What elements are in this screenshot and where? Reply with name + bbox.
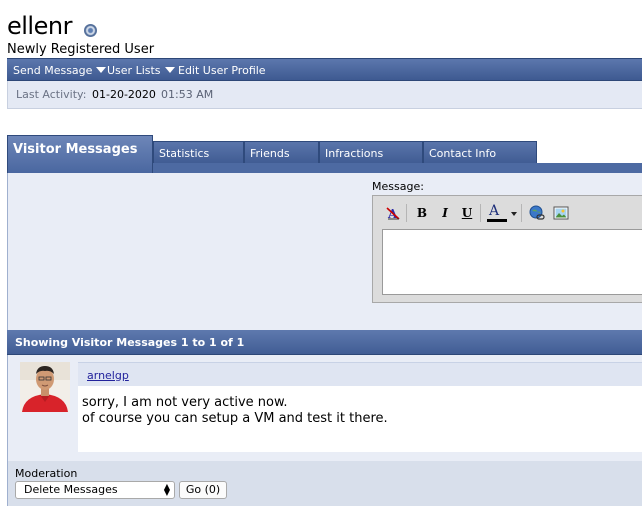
tab-label: Friends	[250, 147, 290, 160]
message-textarea[interactable]	[382, 229, 642, 295]
user-lists-menu[interactable]: User Lists	[107, 59, 175, 82]
profile-nav-bar: Send Message User Lists Edit User Profil…	[7, 58, 642, 81]
italic-icon[interactable]: I	[437, 205, 453, 221]
toolbar-separator	[406, 204, 407, 222]
visitor-messages-count: Showing Visitor Messages 1 to 1 of 1	[15, 336, 245, 349]
toolbar-separator	[480, 204, 481, 222]
select-arrows-icon: ▲ ▼	[163, 482, 170, 497]
font-color-icon[interactable]: A	[486, 203, 510, 222]
insert-image-icon[interactable]	[553, 205, 569, 221]
last-activity-row: Last Activity: 01-20-2020 01:53 AM	[7, 81, 642, 109]
underline-icon[interactable]: U	[459, 205, 475, 221]
tab-label: Visitor Messages	[13, 142, 138, 157]
tab-infractions[interactable]: Infractions	[319, 141, 423, 164]
profile-username: ellenr	[7, 12, 72, 40]
send-message-label: Send Message	[13, 64, 93, 77]
font-color-dropdown-icon[interactable]	[511, 212, 517, 216]
insert-link-icon[interactable]	[529, 205, 545, 221]
moderation-label: Moderation	[15, 467, 78, 480]
last-activity-label: Last Activity:	[16, 88, 87, 101]
dropdown-arrow-icon	[164, 67, 175, 73]
tab-contact-info[interactable]: Contact Info	[423, 141, 537, 164]
edit-profile-link[interactable]: Edit User Profile	[178, 59, 266, 82]
tab-strip	[153, 163, 642, 173]
moderation-action-select[interactable]: Delete Messages ▲ ▼	[15, 481, 175, 499]
profile-user-title: Newly Registered User	[7, 42, 155, 57]
tab-label: Statistics	[159, 147, 210, 160]
font-color-letter: A	[489, 203, 500, 219]
tab-label: Contact Info	[429, 147, 497, 160]
tab-visitor-messages[interactable]: Visitor Messages	[7, 135, 153, 173]
message-line: sorry, I am not very active now.	[82, 395, 288, 410]
moderation-selected-action: Delete Messages	[24, 483, 118, 496]
remove-format-icon[interactable]: A	[385, 205, 401, 221]
avatar[interactable]	[20, 362, 70, 412]
message-line: of course you can setup a VM and test it…	[82, 411, 388, 426]
last-activity-date: 01-20-2020	[92, 88, 156, 101]
bold-icon[interactable]: B	[414, 205, 430, 221]
tab-friends[interactable]: Friends	[244, 141, 319, 164]
moderation-go-button[interactable]: Go (0)	[179, 481, 227, 499]
send-message-menu[interactable]: Send Message	[13, 59, 107, 82]
last-activity-time: 01:53 AM	[161, 88, 214, 101]
tab-label: Infractions	[325, 147, 384, 160]
toolbar-separator	[521, 204, 522, 222]
user-lists-label: User Lists	[107, 64, 161, 77]
dropdown-arrow-icon	[96, 67, 107, 73]
message-author-bar	[78, 362, 642, 386]
message-text: sorry, I am not very active now. of cour…	[82, 395, 388, 427]
visitor-messages-header: Showing Visitor Messages 1 to 1 of 1	[7, 330, 642, 355]
tab-statistics[interactable]: Statistics	[153, 141, 244, 164]
message-label: Message:	[372, 180, 424, 193]
message-author-link[interactable]: arnelgp	[87, 369, 129, 382]
online-status-icon	[84, 24, 97, 37]
font-color-swatch	[487, 219, 507, 222]
